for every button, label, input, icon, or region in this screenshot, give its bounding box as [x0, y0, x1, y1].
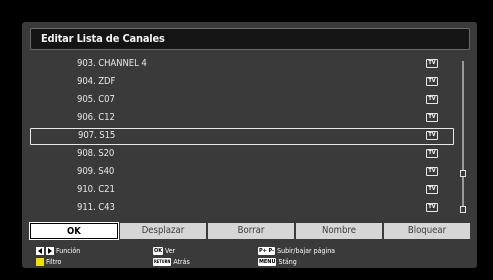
- channel-label: 905. C07: [77, 94, 115, 105]
- channel-row[interactable]: 903. CHANNEL 4 TV: [30, 56, 454, 73]
- page-title: Editar Lista de Canales: [41, 32, 165, 45]
- legend-filtro-label: Filtro: [46, 258, 62, 266]
- menu-key-icon: MENU: [258, 258, 277, 266]
- ok-key-icon: OK: [153, 247, 164, 255]
- legend-pagina-label: Subir/bajar página: [277, 247, 336, 255]
- tv-icon: TV: [426, 167, 438, 176]
- scrollbar-thumb[interactable]: [460, 170, 466, 177]
- channel-label: 904. ZDF: [77, 76, 116, 87]
- legend-ver: OK Ver: [153, 247, 175, 255]
- right-arrow-icon: [46, 247, 54, 255]
- channel-label: 909. S40: [77, 166, 115, 177]
- legend-atras: RETURN Atrás: [153, 258, 190, 266]
- legend-pagina: P+ P- Subir/bajar página: [258, 247, 335, 255]
- tv-icon: TV: [426, 185, 438, 194]
- channel-label: 907. S15: [78, 130, 116, 141]
- channel-row[interactable]: 910. C21 TV: [30, 182, 454, 199]
- channel-label: 911. C43: [77, 202, 115, 213]
- yellow-key-icon: [36, 258, 44, 266]
- tv-icon: TV: [426, 95, 438, 104]
- page-keys-icon: P+ P-: [258, 247, 276, 255]
- channel-list: 903. CHANNEL 4 TV 904. ZDF TV 905. C07 T…: [30, 56, 470, 216]
- tv-icon: TV: [426, 113, 438, 122]
- return-key-icon: RETURN: [153, 258, 172, 266]
- scrollbar-thumb-end[interactable]: [460, 206, 466, 213]
- tv-icon: TV: [426, 149, 438, 158]
- move-button[interactable]: Desplazar: [120, 223, 206, 239]
- action-bar: OK Desplazar Borrar Nombre Bloquear: [29, 222, 470, 240]
- channel-label: 908. S20: [77, 148, 115, 159]
- channel-row[interactable]: 908. S20 TV: [30, 146, 454, 163]
- tv-icon: TV: [426, 77, 438, 86]
- channel-label: 906. C12: [77, 112, 115, 123]
- legend-funcion-label: Función: [56, 247, 81, 255]
- delete-button[interactable]: Borrar: [208, 223, 294, 239]
- key-legend: Función Filtro OK Ver RETURN Atrás P+ P-…: [30, 244, 470, 270]
- legend-atras-label: Atrás: [173, 258, 190, 266]
- legend-filtro: Filtro: [36, 258, 61, 266]
- title-bar: Editar Lista de Canales: [30, 28, 470, 50]
- lock-button[interactable]: Bloquear: [384, 223, 470, 239]
- channel-row[interactable]: 909. S40 TV: [30, 164, 454, 181]
- legend-ver-label: Ver: [165, 247, 176, 255]
- legend-salir-label: Stäng: [278, 258, 297, 266]
- rename-button[interactable]: Nombre: [296, 223, 382, 239]
- tv-icon: TV: [426, 59, 438, 68]
- ok-button[interactable]: OK: [29, 222, 119, 240]
- channel-label: 910. C21: [77, 184, 115, 195]
- left-arrow-icon: [36, 247, 44, 255]
- channel-label: 903. CHANNEL 4: [77, 58, 147, 69]
- scrollbar[interactable]: [460, 61, 466, 213]
- channel-row[interactable]: 906. C12 TV: [30, 110, 454, 127]
- legend-funcion: Función: [36, 247, 80, 255]
- legend-salir: MENU Stäng: [258, 258, 297, 266]
- channel-row-selected[interactable]: 907. S15 TV: [30, 128, 454, 145]
- channel-row[interactable]: 905. C07 TV: [30, 92, 454, 109]
- tv-icon: TV: [426, 131, 438, 140]
- channel-row[interactable]: 904. ZDF TV: [30, 74, 454, 91]
- channel-row[interactable]: 911. C43 TV: [30, 200, 454, 217]
- tv-icon: TV: [426, 203, 438, 212]
